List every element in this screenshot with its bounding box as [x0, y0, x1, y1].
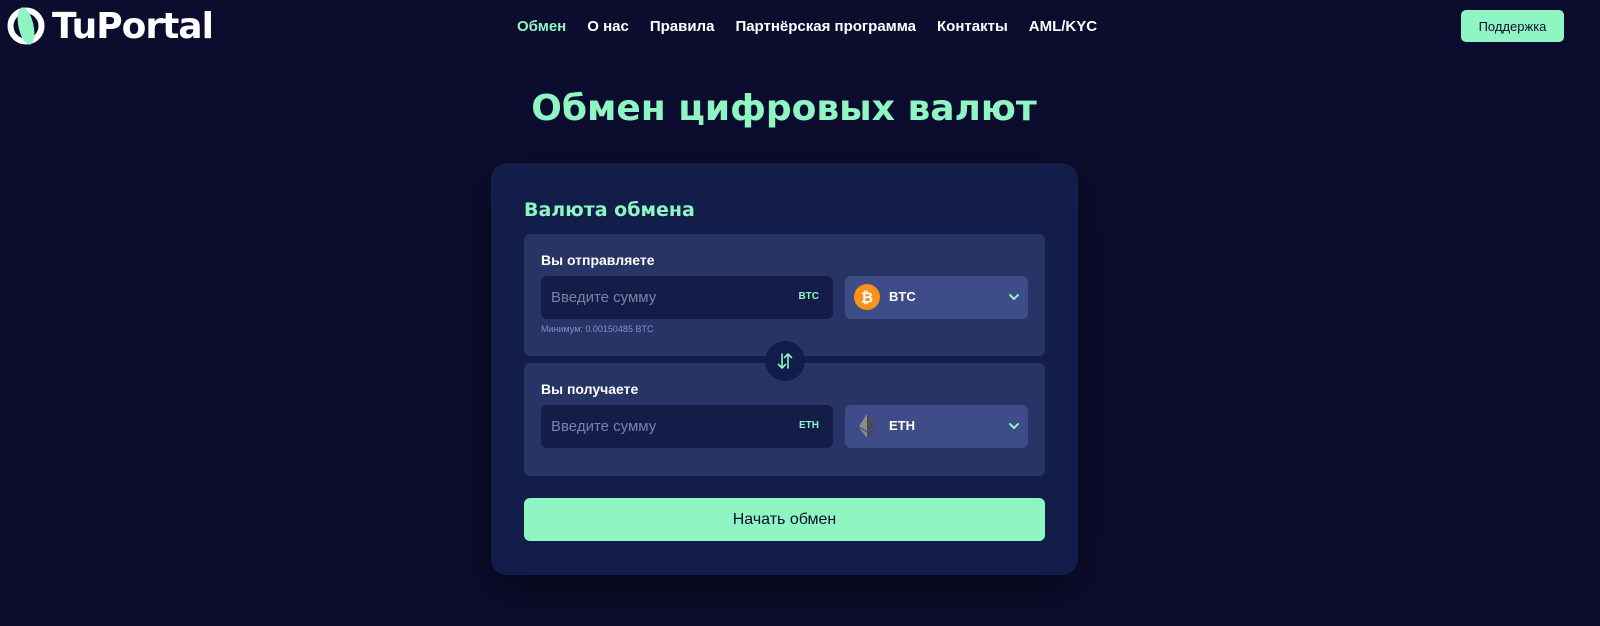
receive-amount-input[interactable]: [551, 405, 781, 448]
ethereum-icon: [859, 414, 875, 438]
nav-item-aml-kyc[interactable]: AML/KYC: [1029, 18, 1097, 35]
top-navigation-bar: TuPortal Обмен О нас Правила Партнёрская…: [0, 0, 1600, 58]
send-amount-input[interactable]: [551, 276, 781, 319]
send-panel: Вы отправляете BTC ₿ BTC Минимум: 0.0015…: [524, 234, 1045, 356]
chevron-down-icon: [1009, 294, 1019, 300]
exchange-card: Валюта обмена Вы отправляете BTC ₿ BTC М…: [491, 163, 1078, 575]
bitcoin-icon: ₿: [854, 284, 880, 310]
receive-amount-field: ETH: [541, 405, 833, 448]
receive-label: Вы получаете: [541, 381, 639, 397]
swap-arrows-icon: [777, 353, 793, 369]
receive-unit-label: ETH: [799, 420, 819, 431]
nav-item-contacts[interactable]: Контакты: [937, 18, 1008, 35]
send-amount-field: BTC: [541, 276, 833, 319]
logo-text: TuPortal: [52, 5, 214, 47]
send-currency-label: BTC: [889, 289, 916, 304]
receive-currency-select[interactable]: ETH: [845, 405, 1028, 448]
logo[interactable]: TuPortal: [6, 5, 214, 47]
main-nav: Обмен О нас Правила Партнёрская программ…: [517, 18, 1097, 35]
nav-item-exchange[interactable]: Обмен: [517, 18, 566, 35]
send-unit-label: BTC: [798, 291, 819, 302]
svg-text:₿: ₿: [861, 289, 873, 307]
exchange-card-title: Валюта обмена: [524, 199, 695, 221]
send-label: Вы отправляете: [541, 252, 655, 268]
page-title: Обмен цифровых валют: [531, 88, 1037, 129]
nav-item-rules[interactable]: Правила: [650, 18, 715, 35]
start-exchange-button[interactable]: Начать обмен: [524, 498, 1045, 541]
support-button[interactable]: Поддержка: [1461, 10, 1564, 42]
send-minimum-hint: Минимум: 0.00150485 BTC: [541, 324, 654, 334]
nav-item-about[interactable]: О нас: [587, 18, 629, 35]
logo-mark-icon: [7, 7, 45, 45]
swap-button[interactable]: [765, 341, 805, 381]
receive-currency-label: ETH: [889, 418, 915, 433]
chevron-down-icon: [1009, 423, 1019, 429]
nav-item-partner-program[interactable]: Партнёрская программа: [735, 18, 916, 35]
send-currency-select[interactable]: ₿ BTC: [845, 276, 1028, 319]
